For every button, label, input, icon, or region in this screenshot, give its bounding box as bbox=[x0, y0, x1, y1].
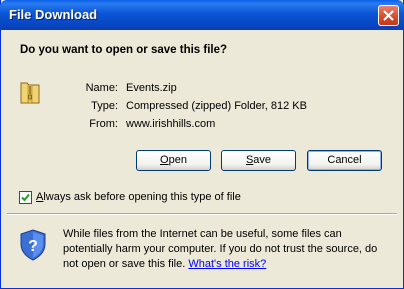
file-download-dialog: File Download Do you want to open or sav… bbox=[0, 0, 404, 289]
security-warning: While files from the Internet can be use… bbox=[63, 227, 388, 272]
security-shield-icon: ? bbox=[20, 229, 46, 261]
whats-the-risk-link[interactable]: What's the risk? bbox=[188, 258, 266, 270]
always-ask-text: lways ask before opening this type of fi… bbox=[43, 191, 241, 203]
svg-text:?: ? bbox=[28, 238, 38, 255]
from-label: From: bbox=[89, 118, 118, 130]
title-bar[interactable]: File Download bbox=[0, 0, 404, 30]
cancel-label: Cancel bbox=[327, 154, 362, 166]
divider bbox=[7, 213, 397, 215]
save-button[interactable]: Save bbox=[221, 150, 296, 171]
always-ask-label: Always ask before opening this type of f… bbox=[36, 191, 241, 203]
always-ask-checkbox[interactable] bbox=[19, 191, 32, 204]
type-label: Type: bbox=[91, 100, 118, 112]
cancel-button[interactable]: Cancel bbox=[307, 150, 382, 171]
close-icon bbox=[383, 10, 394, 21]
open-label: pen bbox=[168, 154, 187, 166]
open-button[interactable]: Open bbox=[136, 150, 211, 171]
save-label: ave bbox=[253, 154, 272, 166]
type-value: Compressed (zipped) Folder, 812 KB bbox=[126, 100, 307, 112]
name-label: Name: bbox=[85, 82, 118, 94]
open-accel: O bbox=[160, 154, 169, 166]
close-button[interactable] bbox=[378, 5, 399, 26]
window-title: File Download bbox=[9, 7, 98, 22]
checkmark-icon bbox=[21, 193, 30, 202]
from-value: www.irishhills.com bbox=[126, 118, 216, 130]
name-value: Events.zip bbox=[126, 82, 177, 94]
dialog-question: Do you want to open or save this file? bbox=[20, 44, 228, 56]
zip-folder-icon bbox=[20, 82, 40, 104]
